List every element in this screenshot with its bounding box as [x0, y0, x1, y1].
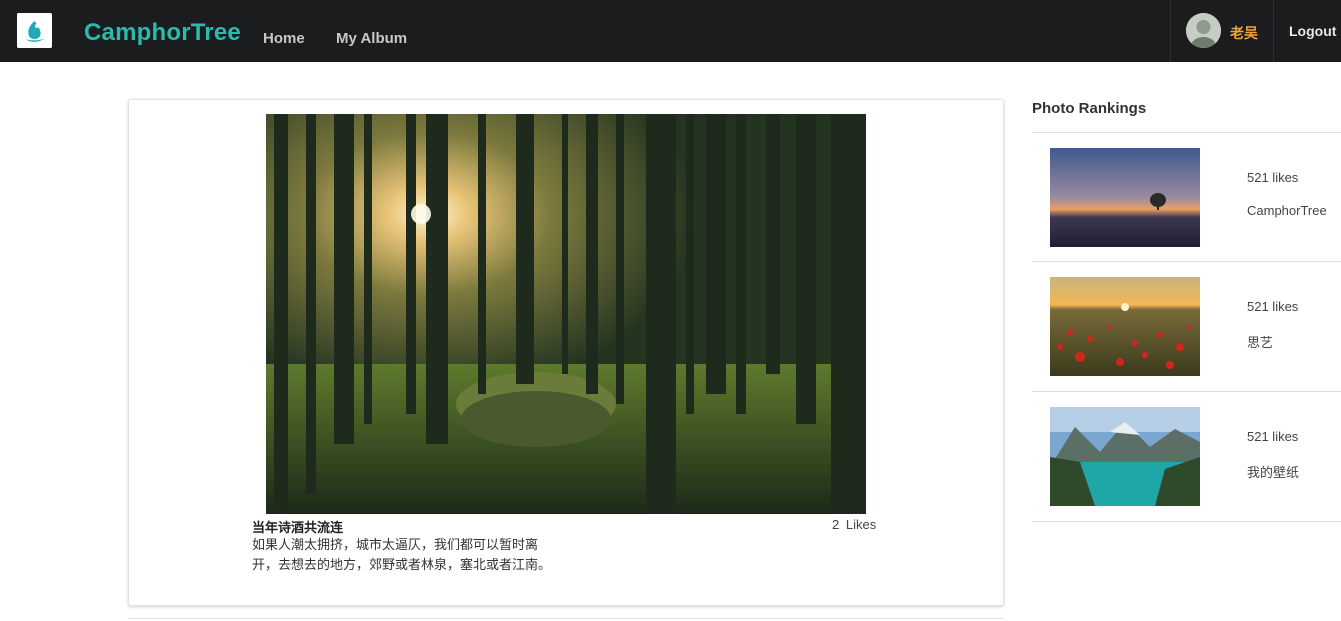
nav-home-link[interactable]: Home — [263, 30, 305, 47]
ranking-author[interactable]: CamphorTree — [1247, 203, 1327, 218]
post-title: 当年诗酒共流连 — [252, 520, 344, 535]
ranking-likes: 521 likes — [1247, 170, 1299, 185]
logo-icon[interactable] — [17, 13, 52, 48]
nav-my-album-link[interactable]: My Album — [336, 30, 407, 47]
user-name[interactable]: 老吴 — [1230, 23, 1258, 43]
ranking-photo[interactable] — [1050, 148, 1200, 247]
ranking-photo[interactable] — [1050, 407, 1200, 506]
brand-name[interactable]: CamphorTree — [84, 19, 241, 47]
avatar[interactable] — [1186, 13, 1221, 48]
ranking-item[interactable]: 521 likes CamphorTree — [1032, 133, 1341, 262]
post-description: 如果人潮太拥挤，城市太逼仄，我们都可以暂时离开，去想去的地方，郊野或者林泉，塞北… — [252, 537, 552, 572]
ranking-likes: 521 likes — [1247, 299, 1299, 314]
top-navbar: CamphorTree Home My Album 老吴 Logout — [0, 0, 1341, 62]
ranking-author[interactable]: 我的壁纸 — [1247, 462, 1299, 481]
post-card: 当年诗酒共流连 2 Likes 如果人潮太拥挤，城市太逼仄，我们都可以暂时离开，… — [128, 99, 1004, 606]
ranking-likes: 521 likes — [1247, 429, 1299, 444]
ranking-author[interactable]: 思艺 — [1247, 332, 1273, 351]
rankings-title: Photo Rankings — [1032, 100, 1147, 117]
ranking-item[interactable]: 521 likes 我的壁纸 — [1032, 392, 1341, 521]
ranking-photo[interactable] — [1050, 277, 1200, 376]
logout-link[interactable]: Logout — [1289, 23, 1336, 39]
user-menu[interactable]: 老吴 — [1170, 0, 1274, 62]
post-photo[interactable] — [266, 114, 866, 514]
rankings-divider — [1032, 521, 1341, 522]
ranking-item[interactable]: 521 likes 思艺 — [1032, 262, 1341, 391]
post-likes-count[interactable]: 2 Likes — [832, 517, 876, 532]
